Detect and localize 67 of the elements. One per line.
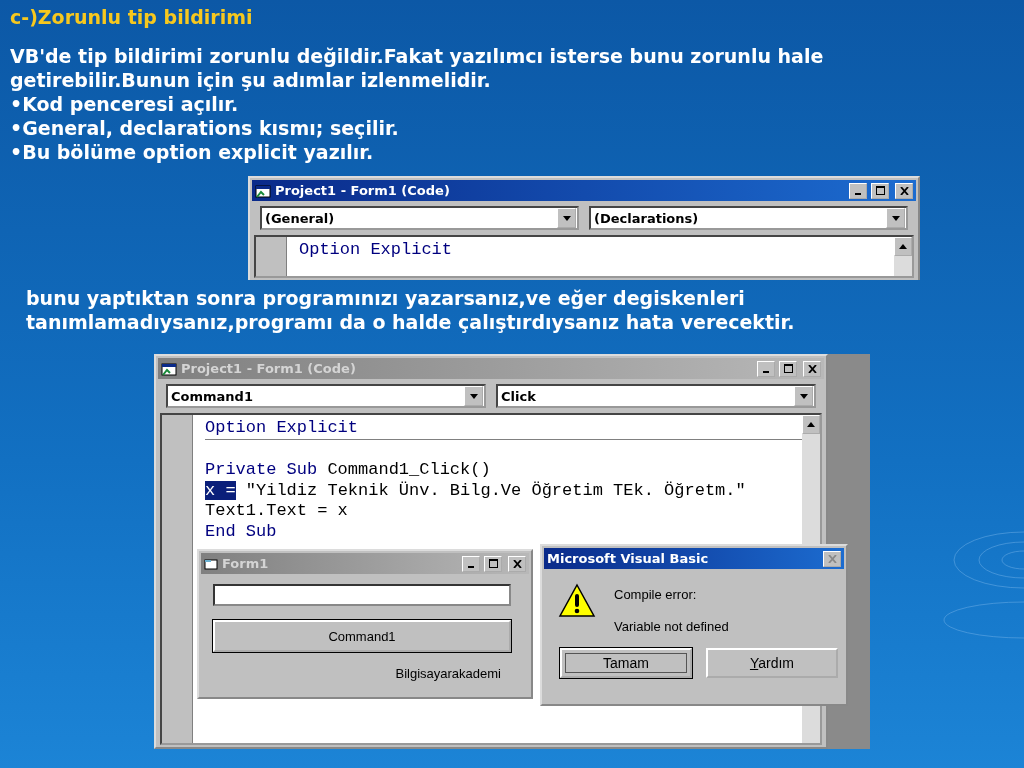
- code-text: "Yildiz Teknik Ünv. Bilg.Ve Öğretim TEk. Öğretm.": [244, 480, 746, 500]
- close-button[interactable]: [803, 360, 821, 377]
- minimize-icon: [763, 371, 769, 373]
- error-message: Compile error:: [614, 587, 698, 602]
- code-text: Command1_Click(): [326, 460, 491, 479]
- procedure-dropdown[interactable]: (Declarations): [589, 206, 908, 230]
- dialog-button[interactable]: Yardım: [706, 648, 838, 678]
- text-input[interactable]: [213, 584, 511, 606]
- bullet-text: •Bu bölüme option explicit yazılır.: [10, 140, 375, 164]
- maximize-icon: [783, 364, 793, 373]
- note-paragraph: bunu yaptıktan sonra programınızı yazarsanız,ve eğer degiskenleri tanımlamadıysanız,programı da o halde çalıştırdıysanız hata verecektir.: [26, 286, 796, 334]
- close-icon: [512, 559, 522, 568]
- margin-bar: [256, 237, 287, 276]
- intro-paragraph: VB'de tip bildirimi zorunlu değildir.Fakat yazılımcı isterse bunu zorunlu hale getirebilir.Bunun için şu adımlar izlenmelidir.: [10, 44, 825, 92]
- code-editor[interactable]: Option Explicit: [254, 235, 914, 278]
- code-keyword: End Sub: [205, 521, 277, 541]
- bullet-text: •Kod penceresi açılır.: [10, 92, 240, 116]
- object-dropdown[interactable]: Command1: [166, 384, 486, 408]
- close-icon: [899, 186, 909, 195]
- close-button[interactable]: [895, 182, 913, 199]
- procedure-dropdown[interactable]: Click: [496, 384, 816, 408]
- window-icon: [255, 183, 271, 198]
- dropdown-button[interactable]: [794, 386, 813, 406]
- bullet-text: •General, declarations kısmı; seçilir.: [10, 116, 400, 140]
- form-label: Bilgisayarakademi: [395, 666, 501, 681]
- error-message: Variable not defined: [614, 619, 729, 634]
- dialog-button[interactable]: Tamam: [560, 648, 692, 678]
- slide-heading: c-)Zorunlu tip bildirimi: [10, 6, 254, 28]
- down-arrow-icon: [469, 393, 478, 399]
- dropdown-button[interactable]: [557, 208, 576, 228]
- maximize-icon: [488, 559, 498, 568]
- dropdown-button[interactable]: [464, 386, 483, 406]
- down-arrow-icon: [891, 215, 900, 221]
- selected-code: x =: [205, 480, 236, 500]
- down-arrow-icon: [799, 393, 808, 399]
- up-arrow-icon: [807, 422, 815, 427]
- code-keyword: Option Explicit: [299, 240, 453, 259]
- dialog-title: Microsoft Visual Basic: [547, 551, 710, 566]
- minimize-icon: [855, 193, 861, 195]
- close-icon: [827, 554, 837, 563]
- code-keyword: Option Explicit: [205, 418, 359, 437]
- minimize-button[interactable]: [757, 360, 775, 377]
- maximize-button[interactable]: [871, 182, 889, 199]
- close-button[interactable]: [508, 555, 526, 572]
- warning-icon: [558, 583, 596, 619]
- object-dropdown[interactable]: (General): [260, 206, 579, 230]
- scrollbar[interactable]: [894, 237, 912, 276]
- maximize-button[interactable]: [779, 360, 797, 377]
- folder-icon: [204, 557, 218, 570]
- code-keyword: Private Sub: [205, 460, 318, 479]
- window-title: Project1 - Form1 (Code): [275, 183, 451, 198]
- minimize-icon: [468, 566, 474, 568]
- window-icon: [161, 361, 177, 376]
- maximize-icon: [875, 186, 885, 195]
- window-title: Project1 - Form1 (Code): [181, 361, 357, 376]
- scroll-up-button[interactable]: [894, 237, 912, 256]
- up-arrow-icon: [899, 244, 907, 249]
- code-text: Text1.Text = x: [205, 501, 348, 520]
- dropdown-button[interactable]: [886, 208, 905, 228]
- maximize-button[interactable]: [484, 555, 502, 572]
- down-arrow-icon: [562, 215, 571, 221]
- minimize-button[interactable]: [462, 555, 480, 572]
- scroll-up-button[interactable]: [802, 415, 820, 434]
- minimize-button[interactable]: [849, 182, 867, 199]
- window-title: Form1: [222, 556, 270, 571]
- close-icon: [807, 364, 817, 373]
- command-button[interactable]: Command1: [213, 620, 511, 652]
